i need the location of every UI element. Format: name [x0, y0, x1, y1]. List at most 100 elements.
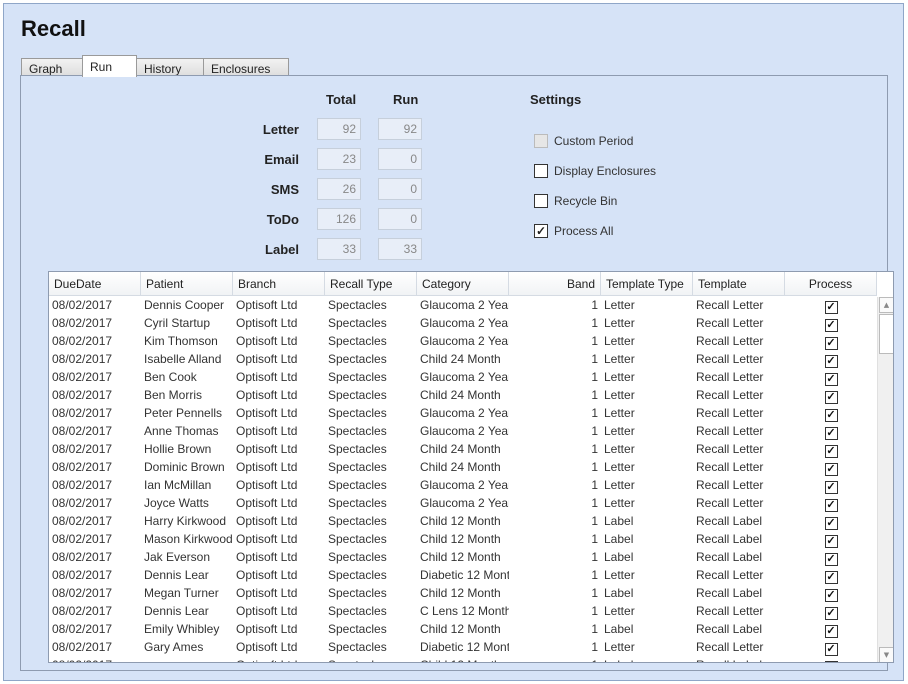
cell-template-type: Letter: [604, 388, 635, 402]
process-checkbox[interactable]: ✓: [824, 445, 838, 458]
cell-due-date: 08/02/2017: [52, 298, 113, 312]
process-checkbox[interactable]: ✓: [824, 661, 838, 662]
column-header-template-type[interactable]: Template Type: [601, 272, 693, 295]
process-checkbox[interactable]: ✓: [824, 463, 838, 476]
scroll-thumb[interactable]: [879, 314, 893, 354]
table-row[interactable]: 08/02/2017 Harry Kirkwood Optisoft Ltd Spec…: [49, 513, 877, 531]
table-row[interactable]: 08/02/2017 Anne Thomas Optisoft Ltd Spectac…: [49, 423, 877, 441]
cell-due-date: 08/02/2017: [52, 550, 113, 564]
cell-template: Recall Letter: [696, 334, 764, 348]
process-checkbox[interactable]: ✓: [824, 553, 838, 566]
process-checkbox[interactable]: ✓: [824, 319, 838, 332]
table-row[interactable]: 08/02/2017 Kim Thomson Optisoft Ltd Spectac…: [49, 333, 877, 351]
process-checkbox[interactable]: ✓: [824, 571, 838, 584]
cell-category: C Lens 12 Month: [420, 604, 509, 618]
checkbox-icon[interactable]: [534, 194, 548, 208]
table-row[interactable]: 08/02/2017 Cyril Startup Optisoft Ltd Spect…: [49, 315, 877, 333]
table-row[interactable]: 08/02/2017 Ben Cook Optisoft Ltd Spectacles…: [49, 369, 877, 387]
table-row[interactable]: 08/02/2017 Peter Pennells Optisoft Ltd Spec…: [49, 405, 877, 423]
process-checkbox[interactable]: ✓: [824, 499, 838, 512]
run-panel: Total Run Letter 92 92 Email 23 0 SMS 26 0…: [20, 75, 894, 671]
process-checkbox[interactable]: ✓: [824, 589, 838, 602]
tab-run[interactable]: Run: [82, 55, 137, 77]
cell-category: Child 12 Month: [420, 514, 501, 528]
cell-process: ✓: [785, 603, 877, 621]
cell-template: Recall Label: [696, 622, 763, 636]
cell-due-date: 08/02/2017: [52, 604, 113, 618]
table-row[interactable]: 08/02/2017 Jak Everson Optisoft Ltd Spectac…: [49, 549, 877, 567]
cell-recall-type: Spectacles: [328, 604, 387, 618]
process-checkbox[interactable]: ✓: [824, 409, 838, 422]
table-row[interactable]: 08/02/2017 Dennis Lear Optisoft Ltd Spectac…: [49, 603, 877, 621]
column-header-branch[interactable]: Branch: [233, 272, 325, 295]
custom-period-checkbox: Custom Period: [534, 134, 633, 148]
process-checkbox[interactable]: ✓: [824, 517, 838, 530]
process-checkbox[interactable]: ✓: [824, 625, 838, 638]
process-checkbox[interactable]: ✓: [824, 607, 838, 620]
checkmark-icon[interactable]: ✓: [534, 224, 548, 238]
table-row[interactable]: 08/02/2017 Hollie Brown Optisoft Ltd Specta…: [49, 441, 877, 459]
run-header: Run: [393, 92, 419, 107]
process-checkbox[interactable]: ✓: [824, 391, 838, 404]
cell-branch: Optisoft Ltd: [236, 406, 298, 420]
table-row[interactable]: 08/02/2017 Isabelle Alland Optisoft Ltd Spe…: [49, 351, 877, 369]
total-letter-field: 92: [317, 118, 361, 140]
column-header-template[interactable]: Template: [693, 272, 785, 295]
cell-patient: Peter Pennells: [144, 406, 223, 420]
process-all-checkbox[interactable]: ✓ Process All: [534, 224, 613, 238]
grid-header: DueDate Patient Branch Recall Type Category B…: [49, 272, 877, 296]
cell-process: ✓: [785, 315, 877, 333]
table-row[interactable]: 08/02/2017 Dennis Lear Optisoft Ltd Spectac…: [49, 567, 877, 585]
cell-template-type: Letter: [604, 406, 635, 420]
table-row[interactable]: 08/02/2017 Ben Morris Optisoft Ltd Spectacl…: [49, 387, 877, 405]
table-row[interactable]: 08/02/2017 Dennis Cooper Optisoft Ltd Spect…: [49, 297, 877, 315]
recall-grid: DueDate Patient Branch Recall Type Category B…: [48, 271, 894, 663]
cell-recall-type: Spectacles: [328, 568, 387, 582]
cell-recall-type: Spectacles: [328, 442, 387, 456]
cell-branch: Optisoft Ltd: [236, 352, 298, 366]
table-row[interactable]: 08/02/2017 Joyce Watts Optisoft Ltd Spectac…: [49, 495, 877, 513]
cell-category: Glaucoma 2 Year: [420, 496, 509, 510]
table-row[interactable]: 08/02/2017 Dominic Brown Optisoft Ltd Spect…: [49, 459, 877, 477]
vertical-scrollbar[interactable]: ▲ ▼: [877, 297, 893, 662]
cell-branch: Optisoft Ltd: [236, 550, 298, 564]
column-header-duedate[interactable]: DueDate: [49, 272, 141, 295]
table-row[interactable]: 08/02/2017 Megan Turner Optisoft Ltd Specta…: [49, 585, 877, 603]
cell-category: Child 24 Month: [420, 388, 501, 402]
column-header-process[interactable]: Process: [785, 272, 877, 295]
cell-band: 1: [591, 298, 598, 312]
process-checkbox[interactable]: ✓: [824, 355, 838, 368]
cell-category: Glaucoma 2 Year: [420, 298, 509, 312]
column-header-recall-type[interactable]: Recall Type: [325, 272, 417, 295]
cell-recall-type: Spectacles: [328, 316, 387, 330]
process-checkbox[interactable]: ✓: [824, 337, 838, 350]
cell-due-date: 08/02/2017: [52, 424, 113, 438]
scroll-up-icon[interactable]: ▲: [879, 297, 893, 313]
display-enclosures-checkbox[interactable]: Display Enclosures: [534, 164, 656, 178]
table-row[interactable]: 08/02/2017 Mason Kirkwood Optisoft Ltd Spec…: [49, 531, 877, 549]
column-header-category[interactable]: Category: [417, 272, 509, 295]
process-checkbox[interactable]: ✓: [824, 373, 838, 386]
table-row[interactable]: 08/02/2017 Optisoft LtdSpectaclesChild 12…: [49, 657, 877, 662]
cell-template: Recall Letter: [696, 478, 764, 492]
table-row[interactable]: 08/02/2017 Gary Ames Optisoft Ltd Spectacle…: [49, 639, 877, 657]
table-row[interactable]: 08/02/2017 Ian McMillan Optisoft Ltd Specta…: [49, 477, 877, 495]
recycle-bin-checkbox[interactable]: Recycle Bin: [534, 194, 617, 208]
checkbox-icon[interactable]: [534, 164, 548, 178]
column-header-band[interactable]: Band: [509, 272, 601, 295]
process-checkbox[interactable]: ✓: [824, 481, 838, 494]
process-checkbox[interactable]: ✓: [824, 301, 838, 314]
process-checkbox[interactable]: ✓: [824, 535, 838, 548]
table-row[interactable]: 08/02/2017 Emily Whibley Optisoft Ltd Spect…: [49, 621, 877, 639]
cell-patient: Cyril Startup: [144, 316, 211, 330]
cell-recall-type: Spectacles: [328, 514, 387, 528]
process-checkbox[interactable]: ✓: [824, 427, 838, 440]
cell-category: Diabetic 12 Month: [420, 568, 509, 582]
process-checkbox[interactable]: ✓: [824, 643, 838, 656]
cell-category: Child 24 Month: [420, 460, 501, 474]
column-header-patient[interactable]: Patient: [141, 272, 233, 295]
scroll-down-icon[interactable]: ▼: [879, 647, 893, 662]
cell-template-type: Label: [604, 532, 634, 546]
cell-category: Glaucoma 2 Year: [420, 334, 509, 348]
cell-patient: Ben Morris: [144, 388, 203, 402]
